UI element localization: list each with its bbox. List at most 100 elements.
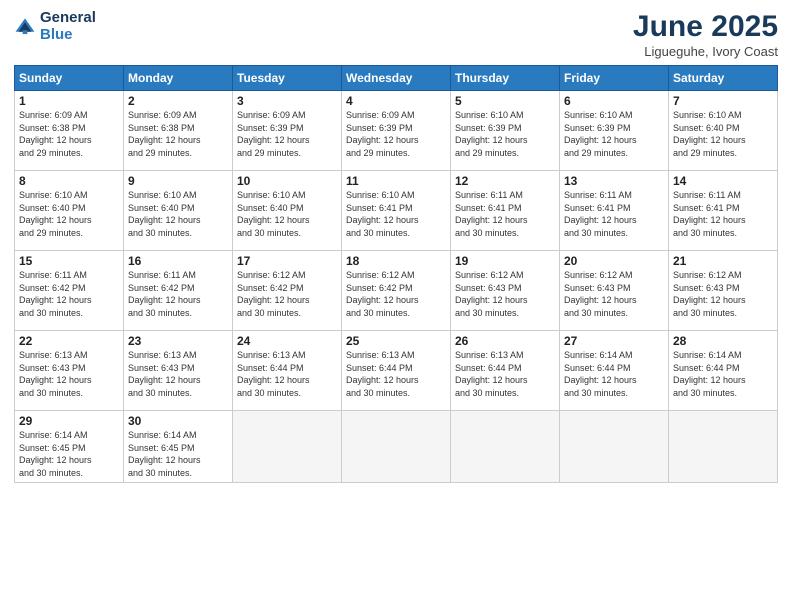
day-cell <box>233 411 342 483</box>
day-number: 29 <box>19 414 119 428</box>
col-thursday: Thursday <box>451 66 560 91</box>
day-cell: 9Sunrise: 6:10 AM Sunset: 6:40 PM Daylig… <box>124 171 233 251</box>
day-cell: 29Sunrise: 6:14 AM Sunset: 6:45 PM Dayli… <box>15 411 124 483</box>
day-number: 2 <box>128 94 228 108</box>
day-number: 18 <box>346 254 446 268</box>
logo: General Blue <box>14 10 96 43</box>
col-tuesday: Tuesday <box>233 66 342 91</box>
day-info: Sunrise: 6:13 AM Sunset: 6:44 PM Dayligh… <box>237 349 337 399</box>
day-cell: 28Sunrise: 6:14 AM Sunset: 6:44 PM Dayli… <box>669 331 778 411</box>
logo-icon <box>14 16 36 38</box>
col-saturday: Saturday <box>669 66 778 91</box>
day-cell: 6Sunrise: 6:10 AM Sunset: 6:39 PM Daylig… <box>560 91 669 171</box>
day-info: Sunrise: 6:09 AM Sunset: 6:38 PM Dayligh… <box>19 109 119 159</box>
day-info: Sunrise: 6:09 AM Sunset: 6:39 PM Dayligh… <box>237 109 337 159</box>
day-info: Sunrise: 6:11 AM Sunset: 6:42 PM Dayligh… <box>128 269 228 319</box>
day-info: Sunrise: 6:11 AM Sunset: 6:41 PM Dayligh… <box>673 189 773 239</box>
day-number: 10 <box>237 174 337 188</box>
calendar-table: Sunday Monday Tuesday Wednesday Thursday… <box>14 65 778 483</box>
col-monday: Monday <box>124 66 233 91</box>
calendar-page: General Blue June 2025 Ligueguhe, Ivory … <box>0 0 792 612</box>
day-info: Sunrise: 6:09 AM Sunset: 6:39 PM Dayligh… <box>346 109 446 159</box>
day-number: 17 <box>237 254 337 268</box>
day-number: 27 <box>564 334 664 348</box>
day-number: 15 <box>19 254 119 268</box>
day-cell: 13Sunrise: 6:11 AM Sunset: 6:41 PM Dayli… <box>560 171 669 251</box>
day-number: 8 <box>19 174 119 188</box>
day-number: 23 <box>128 334 228 348</box>
day-cell: 22Sunrise: 6:13 AM Sunset: 6:43 PM Dayli… <box>15 331 124 411</box>
day-info: Sunrise: 6:14 AM Sunset: 6:44 PM Dayligh… <box>673 349 773 399</box>
day-info: Sunrise: 6:13 AM Sunset: 6:44 PM Dayligh… <box>455 349 555 399</box>
day-info: Sunrise: 6:10 AM Sunset: 6:41 PM Dayligh… <box>346 189 446 239</box>
calendar-title: June 2025 <box>633 10 778 44</box>
day-info: Sunrise: 6:10 AM Sunset: 6:40 PM Dayligh… <box>128 189 228 239</box>
day-cell: 19Sunrise: 6:12 AM Sunset: 6:43 PM Dayli… <box>451 251 560 331</box>
day-cell: 16Sunrise: 6:11 AM Sunset: 6:42 PM Dayli… <box>124 251 233 331</box>
day-cell: 24Sunrise: 6:13 AM Sunset: 6:44 PM Dayli… <box>233 331 342 411</box>
day-number: 12 <box>455 174 555 188</box>
day-cell: 1Sunrise: 6:09 AM Sunset: 6:38 PM Daylig… <box>15 91 124 171</box>
day-number: 13 <box>564 174 664 188</box>
day-cell: 27Sunrise: 6:14 AM Sunset: 6:44 PM Dayli… <box>560 331 669 411</box>
day-info: Sunrise: 6:10 AM Sunset: 6:39 PM Dayligh… <box>564 109 664 159</box>
day-cell: 14Sunrise: 6:11 AM Sunset: 6:41 PM Dayli… <box>669 171 778 251</box>
col-friday: Friday <box>560 66 669 91</box>
day-info: Sunrise: 6:10 AM Sunset: 6:39 PM Dayligh… <box>455 109 555 159</box>
calendar-header-row: Sunday Monday Tuesday Wednesday Thursday… <box>15 66 778 91</box>
day-info: Sunrise: 6:10 AM Sunset: 6:40 PM Dayligh… <box>673 109 773 159</box>
day-cell: 8Sunrise: 6:10 AM Sunset: 6:40 PM Daylig… <box>15 171 124 251</box>
day-info: Sunrise: 6:13 AM Sunset: 6:44 PM Dayligh… <box>346 349 446 399</box>
day-cell <box>560 411 669 483</box>
day-number: 9 <box>128 174 228 188</box>
day-number: 22 <box>19 334 119 348</box>
day-number: 6 <box>564 94 664 108</box>
day-info: Sunrise: 6:12 AM Sunset: 6:42 PM Dayligh… <box>237 269 337 319</box>
day-info: Sunrise: 6:12 AM Sunset: 6:43 PM Dayligh… <box>673 269 773 319</box>
title-block: June 2025 Ligueguhe, Ivory Coast <box>633 10 778 59</box>
day-info: Sunrise: 6:14 AM Sunset: 6:44 PM Dayligh… <box>564 349 664 399</box>
day-info: Sunrise: 6:11 AM Sunset: 6:41 PM Dayligh… <box>455 189 555 239</box>
day-info: Sunrise: 6:10 AM Sunset: 6:40 PM Dayligh… <box>19 189 119 239</box>
day-info: Sunrise: 6:12 AM Sunset: 6:42 PM Dayligh… <box>346 269 446 319</box>
day-number: 16 <box>128 254 228 268</box>
day-cell: 23Sunrise: 6:13 AM Sunset: 6:43 PM Dayli… <box>124 331 233 411</box>
day-cell: 12Sunrise: 6:11 AM Sunset: 6:41 PM Dayli… <box>451 171 560 251</box>
day-cell <box>342 411 451 483</box>
col-wednesday: Wednesday <box>342 66 451 91</box>
day-number: 14 <box>673 174 773 188</box>
day-cell: 18Sunrise: 6:12 AM Sunset: 6:42 PM Dayli… <box>342 251 451 331</box>
day-info: Sunrise: 6:13 AM Sunset: 6:43 PM Dayligh… <box>19 349 119 399</box>
day-info: Sunrise: 6:13 AM Sunset: 6:43 PM Dayligh… <box>128 349 228 399</box>
day-cell: 15Sunrise: 6:11 AM Sunset: 6:42 PM Dayli… <box>15 251 124 331</box>
day-cell: 5Sunrise: 6:10 AM Sunset: 6:39 PM Daylig… <box>451 91 560 171</box>
day-info: Sunrise: 6:12 AM Sunset: 6:43 PM Dayligh… <box>564 269 664 319</box>
day-number: 25 <box>346 334 446 348</box>
day-cell: 21Sunrise: 6:12 AM Sunset: 6:43 PM Dayli… <box>669 251 778 331</box>
day-number: 30 <box>128 414 228 428</box>
day-cell: 4Sunrise: 6:09 AM Sunset: 6:39 PM Daylig… <box>342 91 451 171</box>
day-cell: 3Sunrise: 6:09 AM Sunset: 6:39 PM Daylig… <box>233 91 342 171</box>
day-info: Sunrise: 6:14 AM Sunset: 6:45 PM Dayligh… <box>128 429 228 479</box>
day-number: 28 <box>673 334 773 348</box>
logo-text: General Blue <box>40 10 96 43</box>
day-number: 4 <box>346 94 446 108</box>
day-info: Sunrise: 6:09 AM Sunset: 6:38 PM Dayligh… <box>128 109 228 159</box>
day-number: 5 <box>455 94 555 108</box>
day-cell <box>669 411 778 483</box>
day-cell: 7Sunrise: 6:10 AM Sunset: 6:40 PM Daylig… <box>669 91 778 171</box>
col-sunday: Sunday <box>15 66 124 91</box>
day-cell: 2Sunrise: 6:09 AM Sunset: 6:38 PM Daylig… <box>124 91 233 171</box>
day-number: 26 <box>455 334 555 348</box>
day-info: Sunrise: 6:10 AM Sunset: 6:40 PM Dayligh… <box>237 189 337 239</box>
day-cell: 25Sunrise: 6:13 AM Sunset: 6:44 PM Dayli… <box>342 331 451 411</box>
day-cell: 11Sunrise: 6:10 AM Sunset: 6:41 PM Dayli… <box>342 171 451 251</box>
day-info: Sunrise: 6:14 AM Sunset: 6:45 PM Dayligh… <box>19 429 119 479</box>
day-info: Sunrise: 6:11 AM Sunset: 6:42 PM Dayligh… <box>19 269 119 319</box>
day-info: Sunrise: 6:11 AM Sunset: 6:41 PM Dayligh… <box>564 189 664 239</box>
day-cell: 30Sunrise: 6:14 AM Sunset: 6:45 PM Dayli… <box>124 411 233 483</box>
day-number: 19 <box>455 254 555 268</box>
page-header: General Blue June 2025 Ligueguhe, Ivory … <box>14 10 778 59</box>
day-number: 20 <box>564 254 664 268</box>
day-number: 24 <box>237 334 337 348</box>
